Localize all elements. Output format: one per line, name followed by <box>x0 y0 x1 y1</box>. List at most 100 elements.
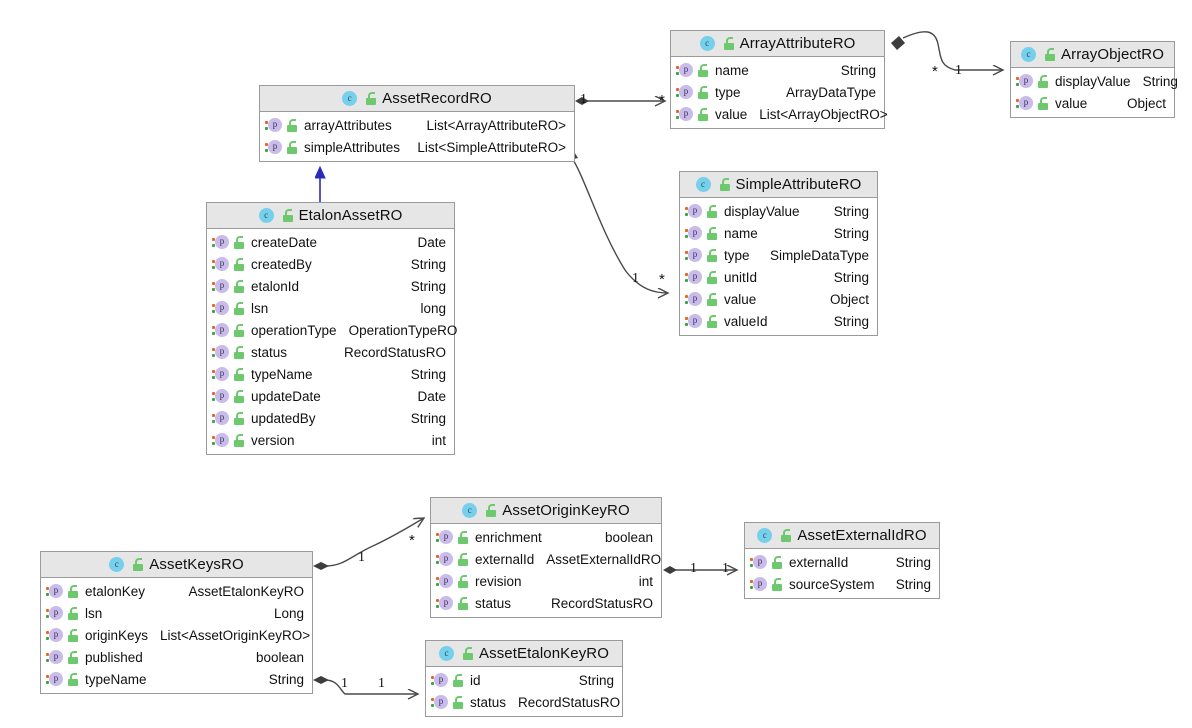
attribute-row[interactable]: p displayValue String <box>680 200 877 222</box>
unlocked-padlock-icon <box>706 226 719 240</box>
property-icon-letter: p <box>215 366 229 381</box>
attribute-type: String <box>833 313 869 329</box>
attribute-name: status <box>470 694 507 710</box>
attribute-type: SimpleDataType <box>769 247 869 263</box>
attribute-type: Date <box>417 234 446 250</box>
class-attributes: p enrichment boolean p externalId AssetExtern… <box>431 524 661 617</box>
attribute-type: boolean <box>604 529 653 545</box>
class-box-arrayattributero[interactable]: c ArrayAttributeRO p name String p type ArrayDa… <box>670 30 888 129</box>
property-icon-letter: p <box>215 322 229 337</box>
class-box-assetoriginkeyro[interactable]: c AssetOriginKeyRO p enrichment boolean p exte… <box>430 497 662 618</box>
attribute-row[interactable]: p version int <box>207 429 454 451</box>
class-box-etalonassetro[interactable]: c EtalonAssetRO p createDate Date p createdBy S… <box>206 202 457 455</box>
property-circle-icon: p <box>212 256 229 272</box>
property-circle-icon: p <box>212 432 229 448</box>
attribute-row[interactable]: p status RecordStatusRO <box>431 592 661 614</box>
attribute-row[interactable]: p type SimpleDataType <box>680 244 877 266</box>
attribute-row[interactable]: p operationType OperationTypeRO <box>207 319 457 341</box>
property-icon-letter: p <box>268 117 282 132</box>
attribute-row[interactable]: p typeName String <box>207 363 454 385</box>
property-circle-icon: p <box>212 322 229 338</box>
attribute-row[interactable]: p displayValue String <box>1011 70 1178 92</box>
attribute-row[interactable]: p enrichment boolean <box>431 526 661 548</box>
attribute-row[interactable]: p published boolean <box>41 646 312 668</box>
attribute-row[interactable]: p externalId AssetExternalIdRO <box>431 548 661 570</box>
class-header: c AssetExternalIdRO <box>745 523 939 549</box>
attribute-name: status <box>251 344 288 360</box>
attribute-row[interactable]: p status RecordStatusRO <box>426 691 622 713</box>
property-icon-letter: p <box>679 106 693 121</box>
property-icon-letter: p <box>268 139 282 154</box>
attribute-type: String <box>1142 73 1178 89</box>
attribute-row[interactable]: p updateDate Date <box>207 385 454 407</box>
attribute-row[interactable]: p updatedBy String <box>207 407 454 429</box>
class-box-assetetalonkeyro[interactable]: c AssetEtalonKeyRO p id String p status RecordS… <box>425 640 623 717</box>
attribute-row[interactable]: p id String <box>426 669 622 691</box>
property-circle-icon: p <box>436 551 453 567</box>
class-name: ArrayObjectRO <box>1061 46 1164 63</box>
attribute-row[interactable]: p value Object <box>1011 92 1174 114</box>
property-circle-icon: p <box>212 300 229 316</box>
attribute-type: RecordStatusRO <box>550 595 653 611</box>
attribute-type: long <box>420 300 446 316</box>
attribute-row[interactable]: p lsn long <box>207 297 454 319</box>
class-name: ArrayAttributeRO <box>739 35 856 52</box>
attribute-name: published <box>85 649 143 665</box>
property-circle-icon: p <box>46 583 63 599</box>
attribute-type: List<ArrayObjectRO> <box>759 106 888 122</box>
attribute-row[interactable]: p simpleAttributes List<SimpleAttributeRO> <box>260 136 574 158</box>
attribute-name: enrichment <box>475 529 542 545</box>
relation-assetrecord-simpleattribute <box>564 150 668 293</box>
attribute-type: String <box>895 576 931 592</box>
attribute-row[interactable]: p valueId String <box>680 310 877 332</box>
unlocked-padlock-icon <box>452 695 465 709</box>
property-circle-icon: p <box>46 671 63 687</box>
attribute-row[interactable]: p lsn Long <box>41 602 312 624</box>
unlocked-padlock-icon <box>233 301 246 315</box>
property-icon-letter: p <box>688 203 702 218</box>
attribute-row[interactable]: p value Object <box>680 288 877 310</box>
class-icon-letter: c <box>109 557 125 572</box>
unlocked-padlock-icon <box>365 92 378 105</box>
attribute-row[interactable]: p name String <box>680 222 877 244</box>
property-icon-letter: p <box>215 388 229 403</box>
attribute-row[interactable]: p name String <box>671 59 884 81</box>
attribute-row[interactable]: p arrayAttributes List<ArrayAttributeRO> <box>260 114 574 136</box>
class-box-simpleattributero[interactable]: c SimpleAttributeRO p displayValue String p na… <box>679 171 878 336</box>
attribute-row[interactable]: p revision int <box>431 570 661 592</box>
attribute-type: String <box>833 269 869 285</box>
property-icon-letter: p <box>49 649 63 664</box>
attribute-row[interactable]: p originKeys List<AssetOriginKeyRO> <box>41 624 312 646</box>
property-icon-letter: p <box>434 694 448 709</box>
property-icon-letter: p <box>753 554 767 569</box>
attribute-row[interactable]: p unitId String <box>680 266 877 288</box>
property-icon-letter: p <box>679 62 693 77</box>
attribute-row[interactable]: p type ArrayDataType <box>671 81 884 103</box>
attribute-row[interactable]: p status RecordStatusRO <box>207 341 454 363</box>
attribute-row[interactable]: p etalonId String <box>207 275 454 297</box>
attribute-type: List<AssetOriginKeyRO> <box>160 627 311 643</box>
multiplicity-label: * <box>659 271 665 288</box>
attribute-row[interactable]: p typeName String <box>41 668 312 690</box>
attribute-row[interactable]: p sourceSystem String <box>745 573 939 595</box>
attribute-row[interactable]: p value List<ArrayObjectRO> <box>671 103 888 125</box>
attribute-type: OperationTypeRO <box>348 322 458 338</box>
property-icon-letter: p <box>215 432 229 447</box>
attribute-row[interactable]: p createDate Date <box>207 231 454 253</box>
unlocked-padlock-icon <box>457 596 470 610</box>
class-box-assetrecordro[interactable]: c AssetRecordRO p arrayAttributes List<Array… <box>259 85 575 162</box>
attribute-row[interactable]: p externalId String <box>745 551 939 573</box>
attribute-row[interactable]: p createdBy String <box>207 253 454 275</box>
class-attributes: p etalonKey AssetEtalonKeyRO p lsn Long p origi… <box>41 578 312 693</box>
class-icon-letter: c <box>757 528 773 543</box>
property-icon-letter: p <box>215 300 229 315</box>
class-box-arrayobjectro[interactable]: c ArrayObjectRO p displayValue String p value O… <box>1010 41 1178 118</box>
class-box-assetkeysro[interactable]: c AssetKeysRO p etalonKey AssetEtalonKeyRO p l… <box>40 551 313 694</box>
attribute-row[interactable]: p etalonKey AssetEtalonKeyRO <box>41 580 312 602</box>
attribute-name: arrayAttributes <box>304 117 392 133</box>
class-box-assetexternalidro[interactable]: c AssetExternalIdRO p externalId String p sour… <box>744 522 940 599</box>
property-circle-icon: p <box>685 313 702 329</box>
attribute-name: updateDate <box>251 388 321 404</box>
class-attributes: p name String p type ArrayDataType p value List<… <box>671 57 888 128</box>
property-circle-icon: p <box>436 573 453 589</box>
